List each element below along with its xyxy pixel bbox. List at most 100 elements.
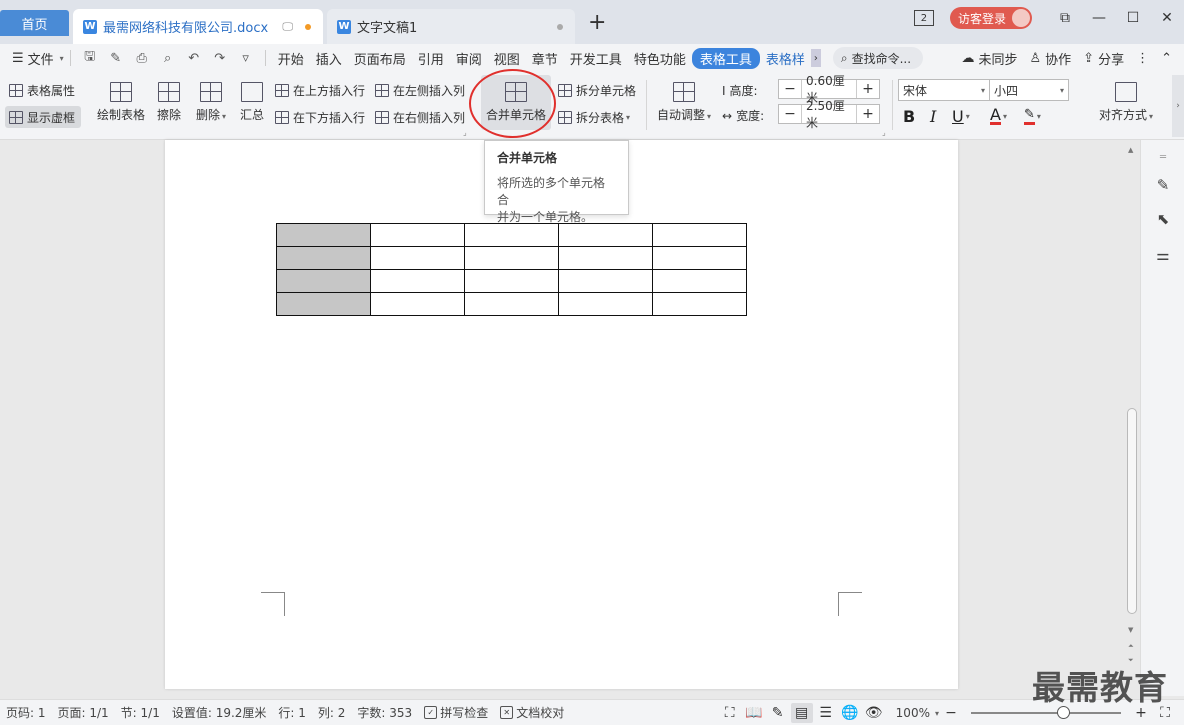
- share-button[interactable]: ⇪ 分享: [1083, 49, 1124, 68]
- page-view-icon[interactable]: ▤: [790, 703, 813, 723]
- search-command[interactable]: ⌕ 查找命令...: [832, 47, 923, 69]
- redo-icon[interactable]: ↷: [212, 50, 228, 66]
- font-color-button[interactable]: A ▾: [990, 107, 1007, 125]
- web-view-icon[interactable]: 🌐: [839, 703, 861, 723]
- window-count-badge[interactable]: 2: [913, 10, 934, 26]
- restore-icon[interactable]: ⧉: [1048, 10, 1082, 26]
- table-cell[interactable]: [370, 269, 465, 293]
- tab-home[interactable]: 首页: [0, 10, 69, 36]
- table-cell[interactable]: [370, 223, 465, 247]
- width-minus-button[interactable]: −: [779, 106, 801, 122]
- bold-button[interactable]: B: [903, 107, 915, 126]
- tab-doc-inactive[interactable]: W 文字文稿1: [327, 9, 575, 44]
- font-size-select[interactable]: 小四 ▾: [989, 79, 1069, 101]
- outline-view-icon[interactable]: ☰: [815, 703, 837, 723]
- show-grid-button[interactable]: 显示虚框: [9, 109, 75, 126]
- insert-row-above-button[interactable]: 在上方插入行: [275, 82, 365, 99]
- more-menu-icon[interactable]: ⋮: [1136, 51, 1149, 66]
- draw-table-button[interactable]: 绘制表格: [96, 82, 146, 123]
- scrollbar-thumb[interactable]: [1127, 408, 1137, 614]
- width-value[interactable]: 2.50厘米: [801, 99, 857, 130]
- font-name-select[interactable]: 宋体 ▾: [898, 79, 990, 101]
- height-plus-button[interactable]: +: [857, 81, 879, 97]
- sync-button[interactable]: ☁ 未同步: [961, 49, 1017, 68]
- ribbon-scroll-right-icon[interactable]: ›: [1172, 75, 1184, 137]
- table-cell[interactable]: [464, 246, 559, 270]
- table-cell[interactable]: [558, 269, 653, 293]
- cursor-select-icon[interactable]: ⬉: [1154, 210, 1172, 228]
- table-cell[interactable]: [276, 269, 371, 293]
- split-table-button[interactable]: 拆分表格 ▾: [558, 109, 630, 126]
- zoom-slider[interactable]: [971, 706, 1121, 719]
- vertical-scrollbar[interactable]: ▲ ▼ ⏶ ⏷: [1124, 140, 1140, 696]
- align-button[interactable]: 对齐方式 ▾: [1097, 82, 1155, 123]
- save-icon[interactable]: 🖫: [82, 49, 98, 66]
- eye-protect-icon[interactable]: 👁: [863, 703, 885, 723]
- underline-button[interactable]: U ▾: [952, 107, 970, 126]
- new-tab-plus-icon[interactable]: +: [588, 11, 606, 35]
- format-painter-icon[interactable]: ✎: [108, 50, 124, 66]
- table-cell[interactable]: [652, 223, 747, 247]
- summary-button[interactable]: 汇总: [238, 82, 266, 123]
- table-cell[interactable]: [652, 292, 747, 316]
- width-plus-button[interactable]: +: [857, 106, 879, 122]
- menu-chapter[interactable]: 章节: [526, 49, 564, 68]
- collab-button[interactable]: ♙ 协作: [1030, 49, 1072, 68]
- split-cells-button[interactable]: 拆分单元格: [558, 82, 636, 99]
- table-cell[interactable]: [276, 223, 371, 247]
- minimize-icon[interactable]: —: [1082, 10, 1116, 26]
- login-button[interactable]: 访客登录: [949, 7, 1032, 29]
- table-cell[interactable]: [558, 246, 653, 270]
- table-props-button[interactable]: 表格属性: [9, 82, 75, 99]
- auto-fit-button[interactable]: 自动调整 ▾: [655, 82, 713, 123]
- settings-sliders-icon[interactable]: ⚌: [1154, 246, 1172, 264]
- table-cell[interactable]: [464, 223, 559, 247]
- undo-icon[interactable]: ↶: [186, 50, 202, 66]
- table-cell[interactable]: [652, 246, 747, 270]
- monitor-icon[interactable]: 🖵: [282, 20, 293, 34]
- status-page[interactable]: 页码: 1: [6, 704, 46, 721]
- insert-col-right-button[interactable]: 在右侧插入列: [375, 109, 465, 126]
- spell-check-button[interactable]: ✓ 拼写检查: [424, 704, 488, 721]
- table-cell[interactable]: [370, 246, 465, 270]
- scroll-down-icon[interactable]: ▼: [1128, 626, 1133, 634]
- read-mode-icon[interactable]: 📖: [743, 703, 765, 723]
- scroll-up-icon[interactable]: ▲: [1128, 146, 1133, 154]
- fullscreen-icon[interactable]: ⛶: [719, 703, 741, 723]
- status-words[interactable]: 字数: 353: [357, 704, 412, 721]
- height-minus-button[interactable]: −: [779, 81, 801, 97]
- document-table[interactable]: [276, 223, 747, 316]
- collapse-ribbon-icon[interactable]: ⌃: [1161, 51, 1172, 66]
- table-cell[interactable]: [370, 292, 465, 316]
- print-icon[interactable]: ⎙: [134, 50, 150, 66]
- menu-reference[interactable]: 引用: [412, 49, 450, 68]
- height-value[interactable]: 0.60厘米: [801, 74, 857, 105]
- menu-insert[interactable]: 插入: [310, 49, 348, 68]
- zoom-out-icon[interactable]: −: [940, 703, 962, 723]
- table-cell[interactable]: [464, 292, 559, 316]
- menu-table-tools[interactable]: 表格工具: [691, 47, 760, 69]
- menu-review[interactable]: 审阅: [450, 49, 488, 68]
- erase-button[interactable]: 擦除: [154, 82, 184, 123]
- italic-button[interactable]: I: [930, 107, 936, 126]
- delete-button[interactable]: 删除 ▾: [193, 82, 229, 123]
- menu-table-style[interactable]: 表格样: [760, 49, 811, 68]
- insert-row-below-button[interactable]: 在下方插入行: [275, 109, 365, 126]
- table-cell[interactable]: [558, 223, 653, 247]
- table-cell[interactable]: [558, 292, 653, 316]
- more-quick-icon[interactable]: ▿: [238, 50, 254, 66]
- zoom-level[interactable]: 100% ▾: [896, 706, 939, 720]
- panel-collapse-icon[interactable]: ═: [1154, 148, 1172, 166]
- close-icon[interactable]: ✕: [1150, 10, 1184, 26]
- menu-start[interactable]: 开始: [272, 49, 310, 68]
- height-stepper[interactable]: − 0.60厘米 +: [778, 74, 880, 105]
- table-cell[interactable]: [276, 246, 371, 270]
- menu-layout[interactable]: 页面布局: [348, 49, 412, 68]
- file-menu[interactable]: ☰ 文件 ▾: [12, 49, 64, 68]
- menu-features[interactable]: 特色功能: [628, 49, 692, 68]
- tab-doc-active[interactable]: W 最需网络科技有限公司.docx 🖵: [73, 9, 323, 44]
- menu-view[interactable]: 视图: [488, 49, 526, 68]
- proofread-button[interactable]: ✕ 文档校对: [500, 704, 564, 721]
- pen-icon[interactable]: ✎: [1154, 176, 1172, 194]
- menu-more-arrow-icon[interactable]: ›: [810, 49, 821, 67]
